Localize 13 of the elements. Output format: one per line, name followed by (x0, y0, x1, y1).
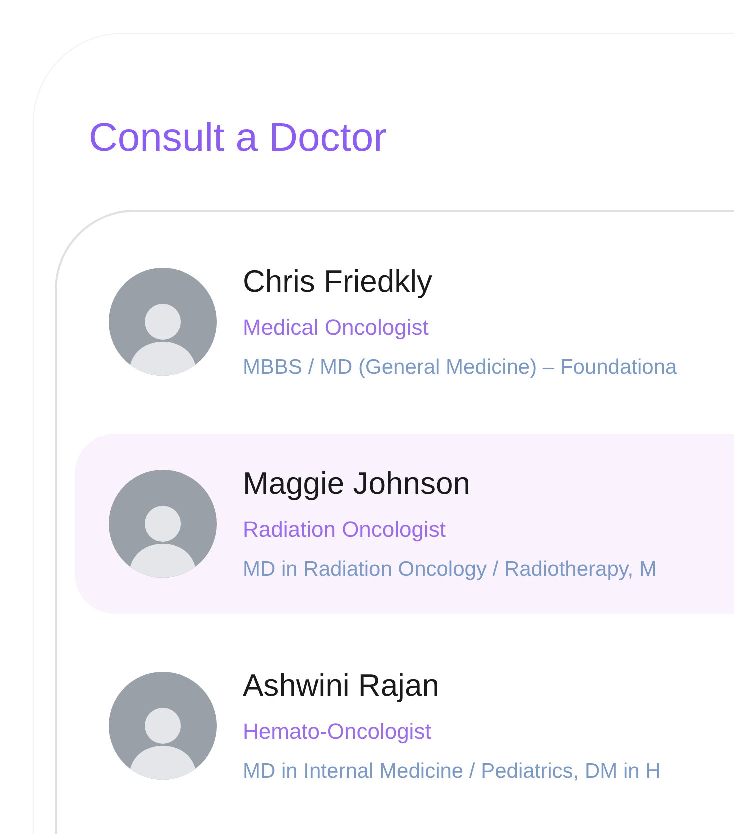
doctor-row[interactable]: Maggie Johnson Radiation Oncologist MD in Radiation Oncology / Radiotherapy, M (75, 434, 734, 614)
doctor-name: Ashwini Rajan (243, 667, 440, 705)
doctor-name: Maggie Johnson (243, 465, 472, 503)
doctor-qualification: MD in Radiation Oncology / Radiotherapy, M (243, 557, 657, 583)
doctor-row[interactable]: Chris Friedkly Medical Oncologist MBBS / MD (General Medicine) – Foundationa (75, 232, 734, 412)
doctor-name: Chris Friedkly (243, 263, 434, 301)
doctor-specialty: Radiation Oncologist (243, 516, 448, 544)
doctor-qualification: MD in Internal Medicine / Pediatrics, DM in H (243, 759, 661, 785)
page-title: Consult a Doctor (89, 115, 388, 162)
doctor-row[interactable]: Ashwini Rajan Hemato-Oncologist MD in Internal Medicine / Pediatrics, DM in H (75, 636, 734, 816)
doctor-qualification: MBBS / MD (General Medicine) – Foundationa (243, 355, 678, 381)
doctor-specialty: Hemato-Oncologist (243, 718, 432, 746)
doctor-specialty: Medical Oncologist (243, 314, 430, 342)
